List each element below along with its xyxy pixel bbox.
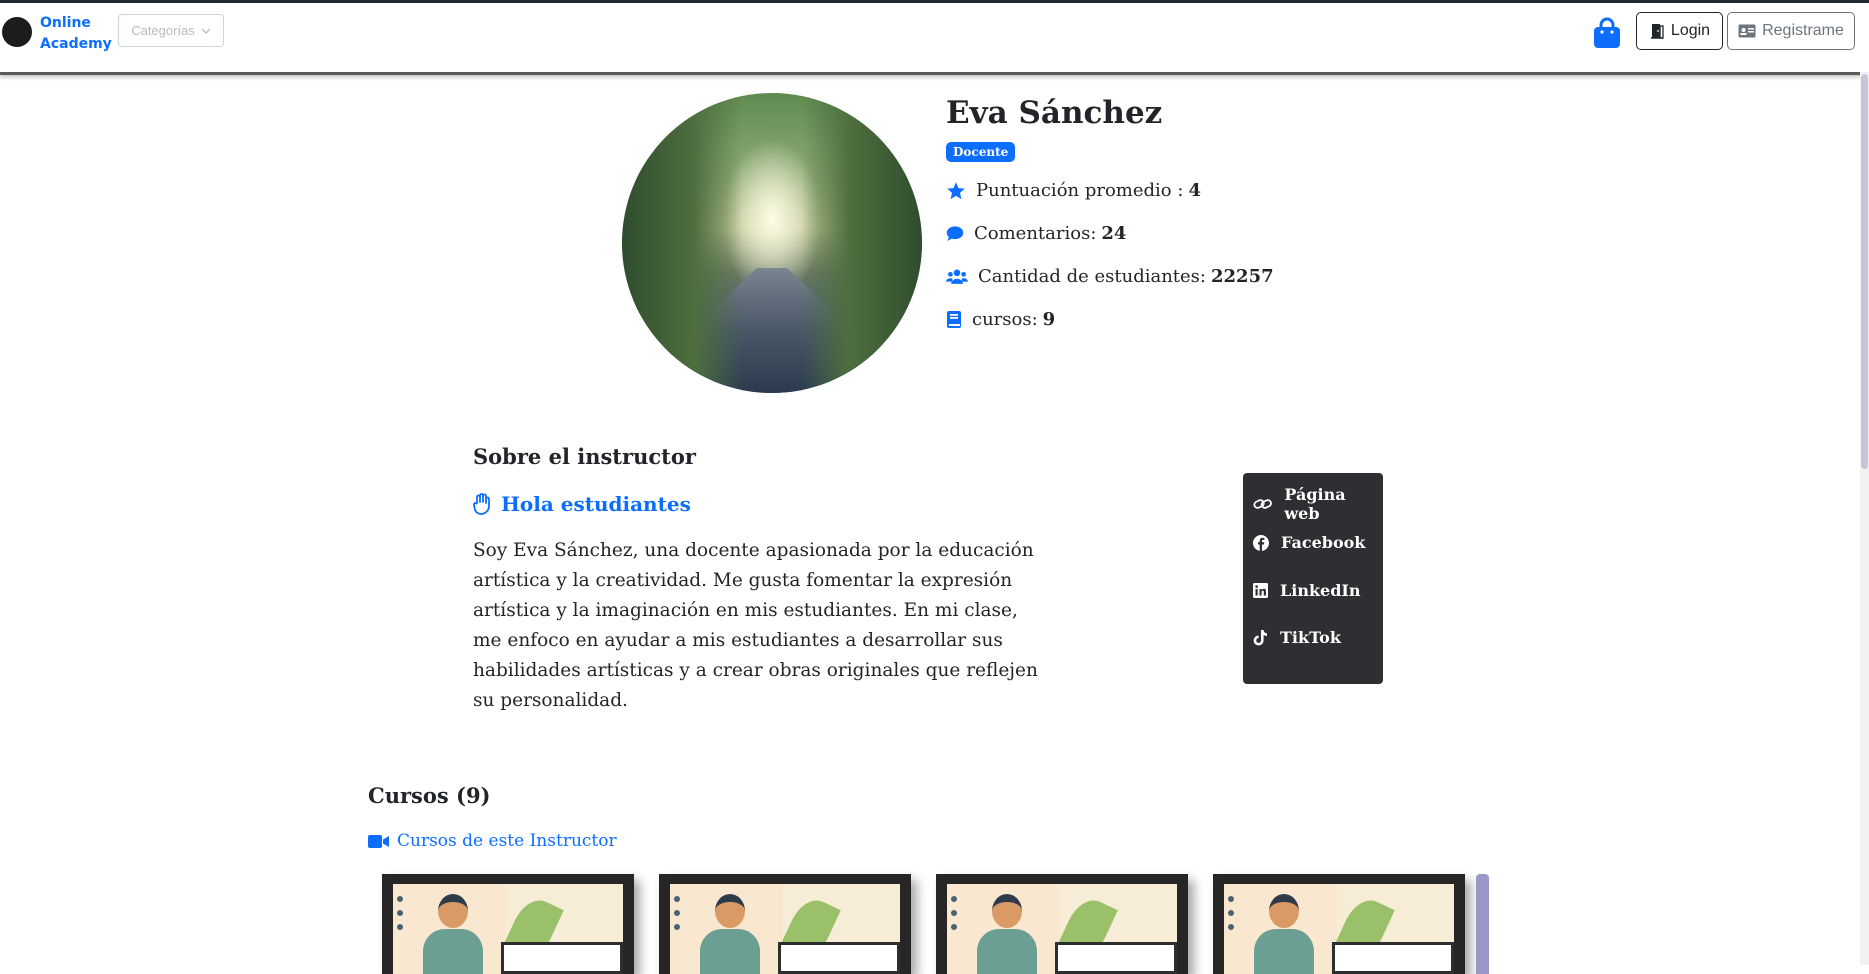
door-icon xyxy=(1650,24,1664,39)
thumbnail-dot xyxy=(1228,924,1234,930)
about-title: Sobre el instructor xyxy=(473,444,696,469)
users-icon xyxy=(946,269,968,284)
thumbnail-inset xyxy=(1332,942,1454,974)
social-facebook-link[interactable]: Facebook xyxy=(1253,533,1365,552)
social-web-label: Página web xyxy=(1284,485,1346,523)
course-card[interactable] xyxy=(382,874,634,974)
logo-icon[interactable] xyxy=(2,17,32,47)
comments-value: 24 xyxy=(1101,223,1127,244)
role-badge: Docente xyxy=(946,142,1016,162)
brand-line-1: Online xyxy=(40,15,91,31)
thumbnail-dot xyxy=(674,910,680,916)
thumbnail-body xyxy=(1254,929,1314,974)
instructor-avatar xyxy=(622,93,922,393)
brand-line-2: Academy xyxy=(40,36,112,52)
stat-students: Cantidad de estudiantes: 22257 xyxy=(946,266,1274,287)
thumbnail-dot xyxy=(674,896,680,902)
stat-rating: Puntuación promedio : 4 xyxy=(946,180,1201,201)
linkedin-icon xyxy=(1253,583,1268,598)
thumbnail-inset xyxy=(778,942,900,974)
courses-title: Cursos (9) xyxy=(368,783,491,808)
stat-comments: Comentarios: 24 xyxy=(946,223,1126,244)
thumbnail-body xyxy=(423,929,483,974)
course-thumbnail xyxy=(1224,884,1454,974)
categories-dropdown[interactable]: Categorías xyxy=(118,14,224,47)
thumbnail-head xyxy=(1269,894,1299,928)
video-camera-icon xyxy=(368,834,389,848)
thumbnail-dot xyxy=(951,896,957,902)
shopping-bag-icon[interactable] xyxy=(1593,17,1621,49)
brand-link[interactable]: Online Academy xyxy=(40,13,120,55)
course-card[interactable] xyxy=(1213,874,1465,974)
avatar-trees-left xyxy=(622,93,742,393)
thumbnail-head xyxy=(715,894,745,928)
instructor-bio: Soy Eva Sánchez, una docente apasionada … xyxy=(473,540,1038,711)
thumbnail-body xyxy=(977,929,1037,974)
course-thumbnail xyxy=(947,884,1177,974)
scrollbar-thumb[interactable] xyxy=(1861,74,1868,469)
thumbnail-dot xyxy=(397,910,403,916)
social-web-link[interactable]: Página web xyxy=(1253,485,1383,523)
carousel-next-card-edge[interactable] xyxy=(1476,874,1489,974)
stat-courses: cursos: 9 xyxy=(946,309,1055,330)
categories-label: Categorías xyxy=(131,23,195,38)
social-linkedin-label: LinkedIn xyxy=(1280,581,1361,600)
thumbnail-body xyxy=(700,929,760,974)
students-value: 22257 xyxy=(1211,266,1274,287)
courses-link-label: Cursos de este Instructor xyxy=(397,831,617,851)
social-links-panel: Página web Facebook LinkedIn TikTok xyxy=(1243,473,1383,684)
login-button[interactable]: Login xyxy=(1636,12,1723,50)
comment-icon xyxy=(946,226,964,241)
rating-value: 4 xyxy=(1188,180,1201,201)
thumbnail-dot xyxy=(397,896,403,902)
link-icon xyxy=(1253,499,1272,509)
greeting-heading: Hola estudiantes xyxy=(473,492,691,516)
book-icon xyxy=(947,311,961,328)
thumbnail-dot xyxy=(951,924,957,930)
rating-label: Puntuación promedio : xyxy=(976,180,1184,201)
register-label: Registrame xyxy=(1762,22,1844,39)
comments-label: Comentarios: xyxy=(974,223,1097,244)
register-button[interactable]: Registrame xyxy=(1727,12,1855,50)
course-thumbnail xyxy=(670,884,900,974)
social-tiktok-label: TikTok xyxy=(1280,628,1341,647)
navbar: Online Academy Categorías Login Registra xyxy=(0,3,1869,75)
waving-hand-icon xyxy=(473,493,490,515)
thumbnail-head xyxy=(992,894,1022,928)
star-icon xyxy=(947,181,965,199)
thumbnail-dot xyxy=(674,924,680,930)
courses-link[interactable]: Cursos de este Instructor xyxy=(368,831,617,851)
course-card[interactable] xyxy=(659,874,911,974)
login-label: Login xyxy=(1670,22,1711,39)
students-label: Cantidad de estudiantes: xyxy=(978,266,1206,287)
courses-label: cursos: xyxy=(972,309,1038,330)
thumbnail-dot xyxy=(951,910,957,916)
thumbnail-head xyxy=(438,894,468,928)
thumbnail-dot xyxy=(397,924,403,930)
instructor-name: Eva Sánchez xyxy=(946,95,1163,131)
social-facebook-label: Facebook xyxy=(1281,533,1366,552)
chevron-down-icon xyxy=(201,28,211,34)
thumbnail-inset xyxy=(501,942,623,974)
course-thumbnail xyxy=(393,884,623,974)
thumbnail-inset xyxy=(1055,942,1177,974)
avatar-trees-right xyxy=(802,93,922,393)
tiktok-icon xyxy=(1253,629,1267,645)
course-card[interactable] xyxy=(936,874,1188,974)
greeting-text: Hola estudiantes xyxy=(501,492,691,516)
thumbnail-dot xyxy=(1228,896,1234,902)
facebook-icon xyxy=(1253,534,1269,551)
social-tiktok-link[interactable]: TikTok xyxy=(1253,628,1341,647)
courses-value: 9 xyxy=(1042,309,1056,330)
social-linkedin-link[interactable]: LinkedIn xyxy=(1253,581,1361,600)
id-card-icon xyxy=(1738,24,1756,38)
thumbnail-dot xyxy=(1228,910,1234,916)
